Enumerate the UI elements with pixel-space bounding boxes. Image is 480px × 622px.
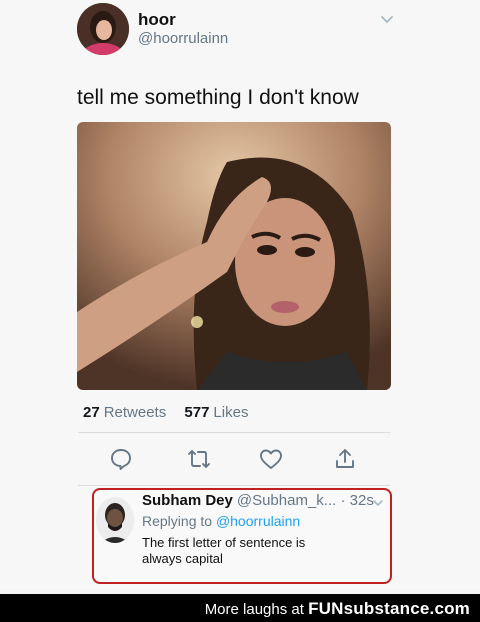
caret-down-icon[interactable] <box>372 497 384 509</box>
tweet-text: tell me something I don't know <box>77 86 359 109</box>
divider <box>78 485 390 486</box>
likes-count[interactable]: 577 <box>184 404 209 421</box>
reply-author-name[interactable]: Subham Dey <box>142 492 233 509</box>
reply-handle-time[interactable]: @Subham_k... · 32s <box>237 492 374 509</box>
retweets-label[interactable]: Retweets <box>104 404 167 421</box>
author-handle[interactable]: @hoorrulainn <box>138 30 228 47</box>
watermark-footer: More laughs at FUNsubstance.com <box>0 594 480 622</box>
footer-text: More laughs at FUNsubstance.com <box>205 599 470 619</box>
caret-down-icon[interactable] <box>378 10 396 28</box>
replying-to: Replying to @hoorrulainn <box>142 513 300 529</box>
reply-avatar[interactable] <box>96 497 134 543</box>
retweet-icon[interactable] <box>187 447 211 471</box>
tweet-photo[interactable] <box>77 122 391 390</box>
replying-handle-link[interactable]: @hoorrulainn <box>216 513 300 529</box>
retweets-count[interactable]: 27 <box>83 404 100 421</box>
share-icon[interactable] <box>333 447 357 471</box>
replying-prefix: Replying to <box>142 513 213 529</box>
reply-author: Subham Dey @Subham_k... · 32s <box>142 492 374 509</box>
divider <box>78 432 390 433</box>
footer-prefix: More laughs at <box>204 601 304 618</box>
tweet-stats: 27 Retweets 577 Likes <box>83 404 248 421</box>
likes-label[interactable]: Likes <box>213 404 248 421</box>
reply-icon[interactable] <box>109 447 133 471</box>
reply-text: The first letter of sentence is always c… <box>142 535 306 566</box>
author-avatar[interactable] <box>77 3 129 55</box>
like-icon[interactable] <box>259 447 283 471</box>
author-name[interactable]: hoor <box>138 10 176 30</box>
tweet-card: hoor @hoorrulainn tell me something I do… <box>0 0 480 590</box>
footer-brand: FUNsubstance.com <box>308 599 470 618</box>
